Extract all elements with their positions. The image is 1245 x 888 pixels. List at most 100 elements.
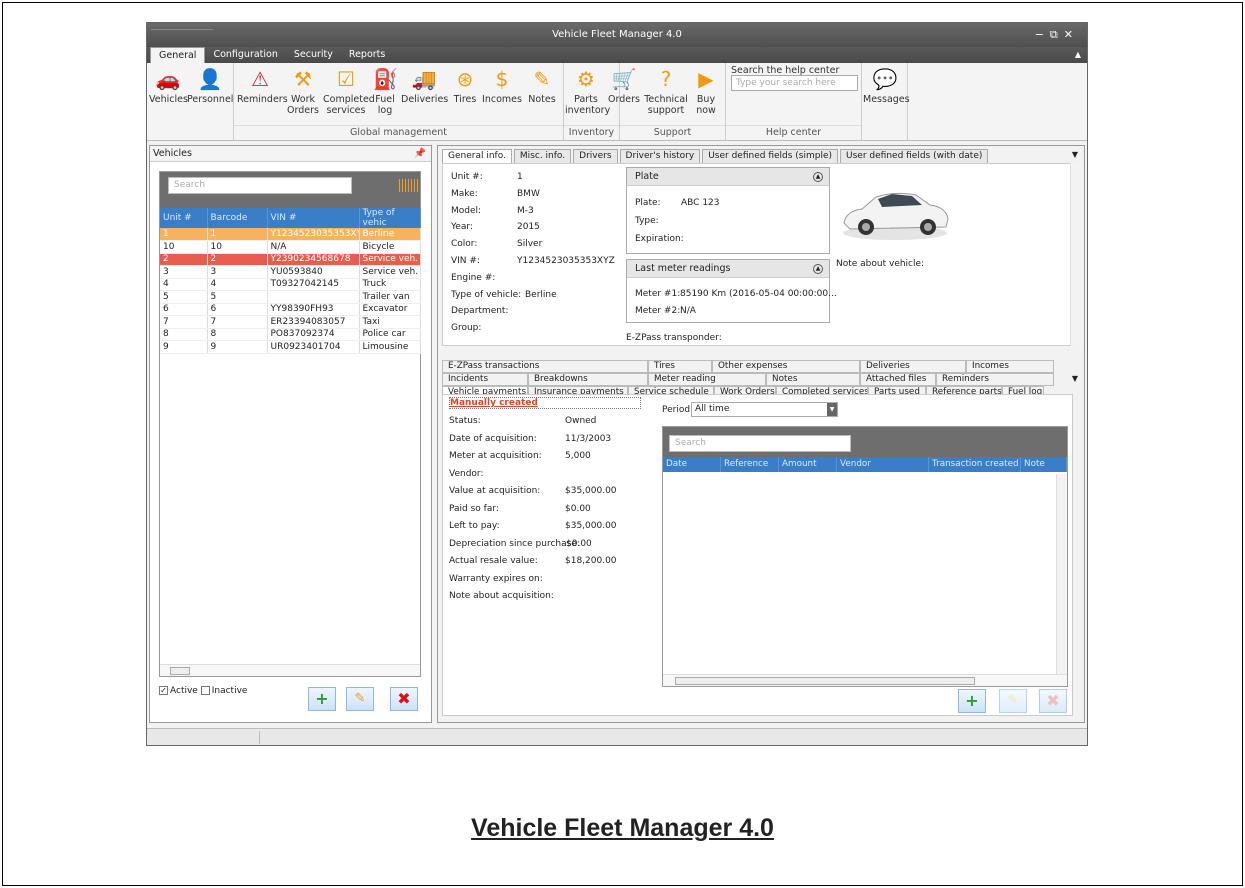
tab-configuration[interactable]: Configuration	[205, 47, 285, 63]
edit-vehicle-button[interactable]: ✎	[346, 687, 374, 711]
payment-field-value: $35,000.00	[565, 521, 617, 531]
payments-search-input[interactable]: Search	[669, 435, 851, 452]
tab-deliveries[interactable]: Deliveries	[860, 360, 966, 373]
scroll-thumb[interactable]	[170, 667, 190, 675]
tab-drivers[interactable]: Drivers	[573, 149, 618, 163]
tab-incidents[interactable]: Incidents	[442, 373, 528, 386]
close-button[interactable]: ✕	[1064, 28, 1079, 41]
reminders-button[interactable]: ⚠ Reminders	[237, 67, 288, 105]
col-vin[interactable]: VIN #	[267, 208, 360, 228]
field-label: Color:	[451, 239, 478, 250]
work-orders-button[interactable]: ⚒ Work Orders	[287, 67, 319, 116]
tab-misc-info[interactable]: Misc. info.	[513, 149, 572, 163]
cell-barcode: 10	[207, 240, 268, 254]
buy-now-button[interactable]: ▶ Buy now	[691, 67, 721, 116]
cell-type: Bicycle	[359, 240, 421, 254]
tab-general-info[interactable]: General info.	[442, 149, 512, 163]
help-search-input[interactable]: Type your search here	[731, 75, 858, 91]
buy-icon: ▶	[698, 67, 714, 91]
fuel-log-button[interactable]: ⛽ Fuel log	[373, 67, 398, 116]
tab-tires[interactable]: Tires	[648, 360, 712, 373]
add-vehicle-button[interactable]: +	[308, 687, 336, 711]
ribbon-collapse-icon[interactable]: ▲	[1075, 50, 1081, 59]
minimize-button[interactable]: −	[1035, 28, 1050, 41]
col-note[interactable]: Note	[1021, 457, 1067, 472]
personnel-button[interactable]: 👤 Personnel	[187, 67, 233, 105]
col-barcode[interactable]: Barcode	[207, 208, 268, 228]
parts-inventory-button[interactable]: ⚙ Parts inventory	[565, 67, 610, 116]
table-row[interactable]: 8 8 PO837092374 Police car	[160, 328, 421, 341]
vehicles-button[interactable]: 🚗 Vehicles	[149, 67, 188, 105]
tires-button[interactable]: ⊛ Tires	[449, 67, 481, 105]
tab-other-expenses[interactable]: Other expenses	[712, 360, 860, 373]
tab-notes[interactable]: Notes	[766, 373, 860, 386]
col-reference[interactable]: Reference	[721, 457, 779, 472]
tab-reminders[interactable]: Reminders	[936, 373, 1054, 386]
table-row[interactable]: 4 4 T09327042145 Truck	[160, 278, 421, 291]
tab-meter-reading[interactable]: Meter reading	[648, 373, 766, 386]
payment-field-label: Status:	[449, 416, 481, 426]
col-unit[interactable]: Unit #	[160, 208, 208, 228]
add-payment-button[interactable]: +	[958, 689, 986, 713]
payments-vertical-scrollbar[interactable]	[1056, 474, 1067, 674]
vehicle-search-input[interactable]: Search	[168, 177, 352, 194]
messages-button[interactable]: 💬 Messages	[863, 67, 910, 105]
table-row[interactable]: 6 6 YY98390FH93 Excavator	[160, 303, 421, 316]
restore-button[interactable]: ⧉	[1050, 28, 1064, 41]
table-row[interactable]: 7 7 ER23394083057 Taxi	[160, 315, 421, 329]
col-date[interactable]: Date	[663, 457, 721, 472]
tab-general[interactable]: General	[150, 47, 206, 63]
technical-support-button[interactable]: ? Technical support	[643, 67, 689, 116]
inactive-checkbox[interactable]	[200, 686, 210, 695]
tab-user-fields-simple[interactable]: User defined fields (simple)	[702, 149, 839, 163]
truck-icon: 🚚	[411, 67, 437, 91]
col-type[interactable]: Type of vehic	[359, 208, 421, 228]
tab-incomes[interactable]: Incomes	[966, 360, 1054, 373]
notes-button[interactable]: ✎ Notes	[525, 67, 559, 105]
plate-value: ABC 123	[681, 198, 720, 208]
table-row[interactable]: 1 1 Y1234523035353XYZ Berline	[160, 228, 421, 241]
collapse-icon[interactable]: ▲	[813, 172, 823, 182]
col-amount[interactable]: Amount	[779, 457, 837, 472]
table-row[interactable]: 10 10 N/A Bicycle	[160, 240, 421, 254]
cell-barcode: 6	[207, 303, 268, 316]
active-checkbox[interactable]: ✓	[159, 686, 168, 695]
manually-created-header: Manually created	[449, 397, 641, 409]
tab-breakdowns[interactable]: Breakdowns	[528, 373, 648, 386]
subtabs-dropdown-icon[interactable]: ▼	[1072, 374, 1078, 383]
completed-services-button[interactable]: ☑ Completed services	[323, 67, 375, 116]
scroll-thumb[interactable]	[675, 677, 975, 685]
tab-attached-files[interactable]: Attached files	[860, 373, 936, 386]
table-row[interactable]: 2 2 Y2390234568678 Service veh.	[160, 253, 421, 266]
status-bar	[147, 728, 1087, 745]
cell-vin: ER23394083057	[267, 315, 360, 329]
plate-card: Plate ▲ Plate: ABC 123 Type: Expiration:	[626, 167, 830, 254]
edit-payment-button[interactable]: ✎	[999, 689, 1027, 713]
tab-user-fields-date[interactable]: User defined fields (with date)	[840, 149, 989, 163]
orders-button[interactable]: 🛒 Orders	[607, 67, 641, 105]
col-vendor[interactable]: Vendor	[837, 457, 929, 472]
col-transaction-created[interactable]: Transaction created	[929, 457, 1021, 472]
incomes-button[interactable]: $ Incomes	[481, 67, 523, 105]
cell-type: Trailer van	[359, 290, 421, 304]
table-row[interactable]: 3 3 YU0593840 Service veh.	[160, 265, 421, 279]
pin-icon[interactable]: 📌	[414, 146, 426, 161]
collapse-icon[interactable]: ▲	[813, 264, 823, 274]
table-row[interactable]: 9 9 UR0923401704 Limousine	[160, 340, 421, 354]
tab-reports[interactable]: Reports	[341, 47, 393, 63]
table-row[interactable]: 5 5 Trailer van	[160, 290, 421, 304]
ezpass-label: E-ZPass transponder:	[626, 333, 722, 343]
horizontal-scrollbar[interactable]	[160, 664, 420, 676]
field-value: 1	[517, 172, 523, 182]
deliveries-button[interactable]: 🚚 Deliveries	[401, 67, 448, 105]
barcode-icon[interactable]	[399, 179, 418, 192]
tab-security[interactable]: Security	[286, 47, 341, 63]
info-vertical-scrollbar[interactable]	[1070, 163, 1081, 346]
tab-drivers-history[interactable]: Driver's history	[619, 149, 701, 163]
tabs-dropdown-icon[interactable]: ▼	[1072, 150, 1078, 159]
period-select[interactable]: All time ▼	[691, 402, 838, 417]
delete-vehicle-button[interactable]: ✖	[390, 687, 418, 711]
payments-horizontal-scrollbar[interactable]	[663, 674, 1067, 686]
delete-payment-button[interactable]: ✖	[1039, 689, 1067, 713]
tab-ezpass-transactions[interactable]: E-ZPass transactions	[442, 360, 648, 373]
